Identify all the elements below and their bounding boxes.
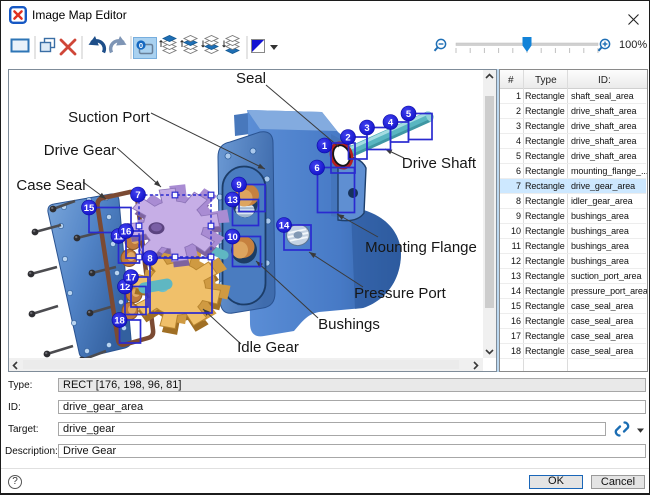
svg-text:16: 16 [121,226,132,237]
svg-text:17: 17 [126,272,137,283]
svg-text:7: 7 [135,190,140,201]
svg-text:14: 14 [279,220,290,231]
svg-text:5: 5 [406,109,412,120]
svg-text:10: 10 [227,232,238,243]
svg-text:1: 1 [322,141,328,152]
svg-text:Mounting Flange: Mounting Flange [365,239,477,256]
svg-text:9: 9 [236,180,241,191]
svg-text:Idle Gear: Idle Gear [237,339,299,356]
svg-text:15: 15 [84,203,95,214]
svg-text:6: 6 [314,163,319,174]
svg-text:3: 3 [364,123,369,134]
svg-text:Case Seal: Case Seal [16,177,85,194]
svg-text:8: 8 [147,253,152,264]
svg-text:Drive Gear: Drive Gear [44,142,117,159]
svg-text:Seal: Seal [236,70,266,87]
svg-text:Bushings: Bushings [318,316,380,333]
svg-text:Drive Shaft: Drive Shaft [402,155,477,172]
svg-text:Suction Port: Suction Port [68,109,151,126]
svg-text:100%: 100% [619,39,647,51]
svg-text:4: 4 [388,117,394,128]
svg-text:18: 18 [114,315,125,326]
svg-text:13: 13 [227,195,238,206]
svg-text:0: 0 [139,41,143,50]
svg-text:2: 2 [345,132,350,143]
svg-text:Pressure Port: Pressure Port [354,285,447,302]
